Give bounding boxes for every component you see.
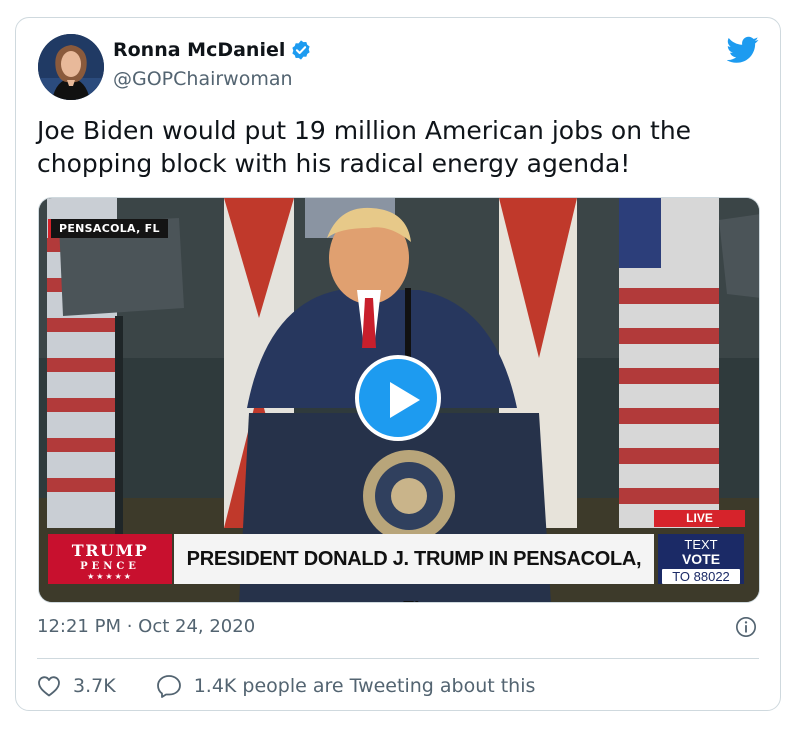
- author-name-text[interactable]: Ronna McDaniel: [113, 39, 285, 61]
- tweet-actions: 3.7K 1.4K people are Tweeting about this: [37, 673, 575, 699]
- divider: [37, 658, 759, 659]
- vote-line-1: TEXT: [684, 537, 718, 552]
- vote-line-3: TO 88022: [662, 569, 740, 584]
- verified-badge-icon: [292, 40, 310, 60]
- play-icon: [390, 382, 420, 418]
- logo-line-1: TRUMP: [71, 541, 149, 560]
- author-handle[interactable]: @GOPChairwoman: [113, 68, 293, 90]
- campaign-logo: TRUMP PENCE ★★★★★: [48, 534, 172, 584]
- tweet-timestamp[interactable]: 12:21 PM · Oct 24, 2020: [37, 616, 255, 637]
- ticker-headline: PRESIDENT DONALD J. TRUMP IN PENSACOLA, …: [174, 534, 654, 602]
- news-ticker: TRUMP PENCE ★★★★★ PRESIDENT DONALD J. TR…: [48, 534, 744, 602]
- avatar[interactable]: [38, 34, 104, 100]
- location-tag: PENSACOLA, FL: [48, 219, 168, 238]
- like-count[interactable]: 3.7K: [73, 675, 116, 697]
- heart-icon: [38, 676, 60, 697]
- play-button[interactable]: [355, 355, 441, 441]
- conversation-text[interactable]: 1.4K people are Tweeting about this: [194, 675, 536, 697]
- live-badge: LIVE: [654, 510, 745, 527]
- logo-stars: ★★★★★: [87, 572, 133, 581]
- video-player[interactable]: PENSACOLA, FL LIVE TRUMP PENCE ★★★★★ PRE…: [38, 197, 760, 603]
- vote-line-2: VOTE: [681, 551, 721, 567]
- like-button[interactable]: 3.7K: [37, 675, 116, 697]
- speech-bubble-icon: [156, 675, 181, 698]
- info-icon[interactable]: [735, 616, 757, 638]
- logo-line-2: PENCE: [80, 561, 140, 572]
- author-name[interactable]: Ronna McDaniel: [113, 39, 312, 61]
- twitter-bird-icon[interactable]: [727, 36, 759, 64]
- text-vote-box: TEXT VOTE TO 88022: [658, 534, 744, 584]
- tweet-card[interactable]: Ronna McDaniel @GOPChairwoman Joe Biden …: [15, 17, 781, 711]
- tweet-text: Joe Biden would put 19 million American …: [37, 116, 692, 178]
- conversation-link[interactable]: 1.4K people are Tweeting about this: [156, 674, 536, 698]
